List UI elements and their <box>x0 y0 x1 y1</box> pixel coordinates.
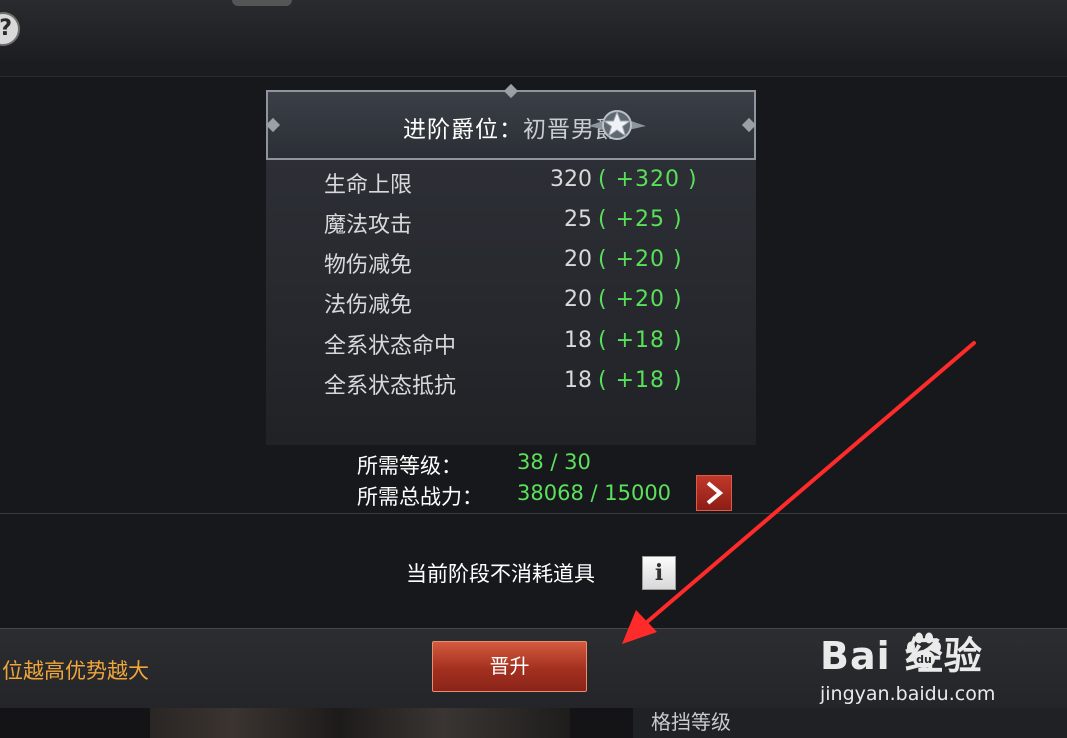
rank-title: 进阶爵位：初晋男爵 <box>268 110 754 144</box>
rank-panel-header: 进阶爵位：初晋男爵 <box>266 90 756 160</box>
top-bar-underline <box>0 60 1067 77</box>
top-decoration <box>232 0 292 6</box>
stat-value: 18 <box>564 368 592 393</box>
stat-value: 320 <box>550 167 592 192</box>
info-icon[interactable]: i <box>642 556 676 590</box>
arrow-right-icon <box>706 481 724 505</box>
stat-name: 物伤减免 <box>324 253 413 278</box>
stat-row: 物伤减免 20 ( +20 ) <box>324 247 704 281</box>
stat-row: 魔法攻击 25 ( +25 ) <box>324 207 704 241</box>
stat-bonus: ( +18 ) <box>598 328 683 353</box>
rank-tip-text: 位越高优势越大 <box>2 659 149 683</box>
stat-name: 全系状态命中 <box>324 334 457 359</box>
character-art <box>150 708 570 738</box>
star-badge-icon <box>588 110 646 140</box>
stat-name: 魔法攻击 <box>324 213 413 238</box>
no-item-cost-notice: 当前阶段不消耗道具 <box>406 562 595 586</box>
stat-value: 20 <box>564 247 592 272</box>
required-power-value: 38068 / 15000 <box>517 481 672 505</box>
top-bar <box>0 0 1067 61</box>
required-level-label: 所需等级： <box>357 454 462 478</box>
stat-row: 法伤减免 20 ( +20 ) <box>324 287 704 321</box>
stat-bonus: ( +320 ) <box>598 167 698 192</box>
baidu-watermark: Bai 经验 du jingyan.baidu.com <box>820 625 1060 715</box>
stat-row: 全系状态抵抗 18 ( +18 ) <box>324 368 704 402</box>
required-level-value: 38 / 30 <box>517 450 591 474</box>
power-detail-button[interactable] <box>696 475 732 511</box>
section-divider <box>0 513 1067 514</box>
baidu-paw-icon: du <box>907 632 941 668</box>
stat-name: 生命上限 <box>324 173 413 198</box>
stat-bonus: ( +20 ) <box>598 287 683 312</box>
stat-bonus: ( +20 ) <box>598 247 683 272</box>
stat-bonus: ( +18 ) <box>598 368 683 393</box>
stat-value: 25 <box>564 207 592 232</box>
watermark-url: jingyan.baidu.com <box>820 683 996 705</box>
promote-button[interactable]: 晋升 <box>432 641 587 692</box>
rank-title-label: 进阶爵位： <box>403 117 523 143</box>
stat-name: 全系状态抵抗 <box>324 374 457 399</box>
stat-row: 全系状态命中 18 ( +18 ) <box>324 328 704 362</box>
block-level-label: 格挡等级 <box>651 710 731 734</box>
svg-text:du: du <box>916 653 932 666</box>
stat-value: 18 <box>564 328 592 353</box>
stat-value: 20 <box>564 287 592 312</box>
stat-bonus: ( +25 ) <box>598 207 683 232</box>
stat-name: 法伤减免 <box>324 293 413 318</box>
stat-row: 生命上限 320 ( +320 ) <box>324 167 704 201</box>
required-power-label: 所需总战力： <box>357 485 483 509</box>
